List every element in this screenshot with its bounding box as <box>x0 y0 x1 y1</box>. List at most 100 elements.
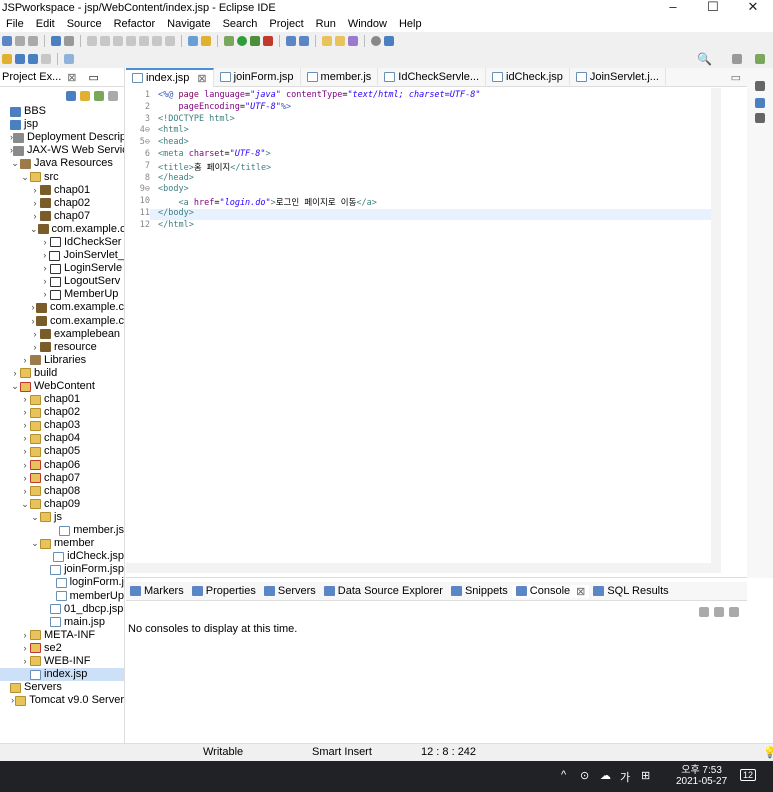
suspend-icon[interactable] <box>100 36 110 46</box>
pin-console-icon[interactable] <box>699 607 709 617</box>
code-line[interactable]: </body> <box>158 208 194 218</box>
tree-item[interactable]: joinForm.jsp <box>0 563 124 576</box>
open-console-menu-icon[interactable] <box>729 607 739 617</box>
open-perspective-icon[interactable] <box>732 54 742 64</box>
tree-item[interactable]: › build <box>0 367 124 380</box>
tree-item[interactable]: › chap03 <box>0 419 124 432</box>
tree-item[interactable]: › chap04 <box>0 432 124 445</box>
tree-item[interactable]: › com.example.c <box>0 315 125 328</box>
code-line[interactable]: pageEncoding="UTF-8"%> <box>158 102 291 112</box>
collapsed-chevron-icon[interactable]: › <box>20 432 30 445</box>
tree-item[interactable]: › resource <box>0 341 124 354</box>
word-wrap-icon[interactable] <box>201 36 211 46</box>
tree-item[interactable]: › chap02 <box>0 406 124 419</box>
bottom-tab[interactable]: Properties <box>188 585 260 597</box>
tree-item[interactable]: › chap01 <box>0 184 124 197</box>
skip-breakpoints-icon[interactable] <box>64 36 74 46</box>
bottom-tab[interactable]: Markers <box>126 585 188 597</box>
collapsed-chevron-icon[interactable]: › <box>30 328 40 341</box>
forward-disabled-icon[interactable] <box>41 54 51 64</box>
expanded-chevron-icon[interactable]: ⌄ <box>10 157 20 170</box>
code-line[interactable]: <html> <box>158 125 189 135</box>
new-server-icon[interactable] <box>286 36 296 46</box>
tree-item[interactable]: › Tomcat v9.0 Server <box>0 694 124 707</box>
open-task-icon[interactable] <box>335 36 345 46</box>
explorer-close-icon[interactable]: ⊠ <box>67 71 76 84</box>
tree-item[interactable]: member.js <box>0 524 124 537</box>
code-line[interactable]: <title>홈 페이지</title> <box>158 161 271 173</box>
tree-item[interactable]: › chap07 <box>0 472 124 485</box>
tree-item[interactable]: › chap02 <box>0 197 124 210</box>
run-icon[interactable] <box>237 36 247 46</box>
open-console-icon[interactable] <box>51 36 61 46</box>
palette-icon[interactable] <box>755 113 765 123</box>
tree-item[interactable]: loginForm.j <box>0 576 124 589</box>
last-edit-icon[interactable] <box>2 54 12 64</box>
tree-item[interactable]: ⌄ Java Resources <box>0 157 124 170</box>
ime-mode-icon[interactable]: ⊞ <box>641 769 650 782</box>
menu-navigate[interactable]: Navigate <box>161 18 216 30</box>
bottom-tab[interactable]: Servers <box>260 585 320 597</box>
expanded-chevron-icon[interactable]: ⌄ <box>30 511 40 524</box>
collapsed-chevron-icon[interactable]: › <box>40 249 49 262</box>
editor-tab[interactable]: idCheck.jsp <box>486 67 570 87</box>
tree-item[interactable]: ⌄ com.example.c <box>0 223 124 236</box>
menu-project[interactable]: Project <box>263 18 309 30</box>
coverage-icon[interactable] <box>250 36 260 46</box>
maximize-button[interactable]: ☐ <box>693 0 733 16</box>
step-into-icon[interactable] <box>139 36 149 46</box>
maximize-editor-icon[interactable]: ▭ <box>731 71 741 84</box>
tree-item[interactable]: › JoinServlet_ <box>0 249 124 262</box>
forward-icon[interactable] <box>28 54 38 64</box>
collapsed-chevron-icon[interactable]: › <box>10 367 20 380</box>
collapsed-chevron-icon[interactable]: › <box>40 236 50 249</box>
web-browser-icon[interactable] <box>371 36 381 46</box>
resume-icon[interactable] <box>87 36 97 46</box>
onedrive-icon[interactable]: ☁ <box>600 769 611 782</box>
tab-close-icon[interactable]: ⊠ <box>197 72 206 85</box>
collapsed-chevron-icon[interactable]: › <box>20 406 30 419</box>
code-editor[interactable]: 1 <%@ page language="java" contentType="t… <box>126 88 726 578</box>
save-icon[interactable] <box>15 36 25 46</box>
bottom-tab[interactable]: Snippets <box>447 585 512 597</box>
code-line[interactable]: <head> <box>158 137 189 147</box>
debug-icon[interactable] <box>224 36 234 46</box>
code-line[interactable]: <body> <box>158 184 189 194</box>
terminate-icon[interactable] <box>113 36 123 46</box>
tree-item[interactable]: › JAX-WS Web Service <box>0 144 124 157</box>
link-editor-icon[interactable] <box>80 91 90 101</box>
tree-item[interactable]: › chap01 <box>0 393 124 406</box>
minimize-view-icon[interactable]: ▭ <box>89 71 99 84</box>
tree-item[interactable]: 01_dbcp.jsp <box>0 603 124 616</box>
editor-tab[interactable]: JoinServlet.j... <box>570 67 666 87</box>
close-button[interactable]: ✕ <box>733 0 773 16</box>
collapsed-chevron-icon[interactable]: › <box>30 184 40 197</box>
code-line[interactable]: </html> <box>158 220 194 230</box>
collapsed-chevron-icon[interactable]: › <box>40 275 50 288</box>
tree-item[interactable]: › WEB-INF <box>0 655 124 668</box>
tree-item[interactable]: › LogoutServ <box>0 275 124 288</box>
editor-vertical-scrollbar[interactable] <box>711 88 721 568</box>
tree-item[interactable]: › chap06 <box>0 459 124 472</box>
tree-item[interactable]: › MemberUp <box>0 288 124 301</box>
collapsed-chevron-icon[interactable]: › <box>20 472 30 485</box>
tree-item[interactable]: › chap08 <box>0 485 124 498</box>
collapsed-chevron-icon[interactable]: › <box>20 629 30 642</box>
code-line[interactable]: <%@ page language="java" contentType="te… <box>158 90 481 100</box>
tree-item[interactable]: › se2 <box>0 642 124 655</box>
tree-item[interactable]: main.jsp <box>0 616 124 629</box>
editor-tab[interactable]: member.js <box>301 67 379 87</box>
back-icon[interactable] <box>15 54 25 64</box>
menu-refactor[interactable]: Refactor <box>108 18 162 30</box>
minimize-button[interactable]: – <box>653 0 693 16</box>
collapsed-chevron-icon[interactable]: › <box>20 655 30 668</box>
code-line[interactable]: <!DOCTYPE html> <box>158 114 235 124</box>
menu-file[interactable]: File <box>0 18 30 30</box>
pin-editor-icon[interactable] <box>64 54 74 64</box>
tree-item[interactable]: ⌄ member <box>0 537 124 550</box>
menu-edit[interactable]: Edit <box>30 18 61 30</box>
tree-item[interactable]: › chap05 <box>0 445 124 458</box>
tree-item[interactable]: › LoginServle <box>0 262 124 275</box>
tab-close-icon[interactable]: ⊠ <box>576 585 585 598</box>
step-over-icon[interactable] <box>152 36 162 46</box>
